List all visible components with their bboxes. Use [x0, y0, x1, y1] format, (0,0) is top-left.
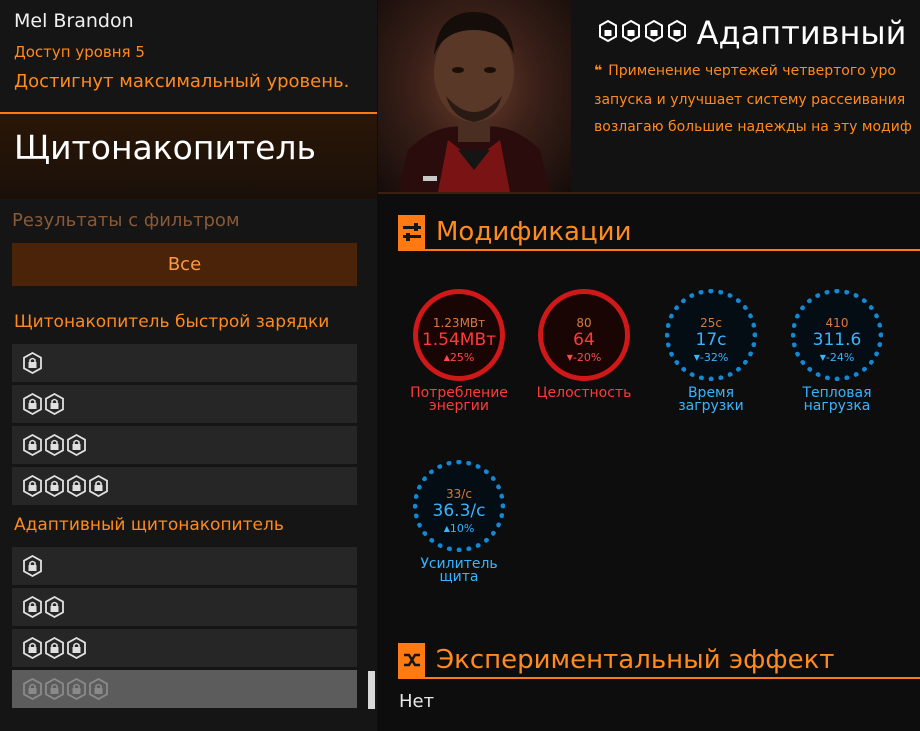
stat-gauge: 410 311.6 ▼-24% Тепловая нагрузка — [782, 289, 892, 413]
stat-delta: ▼-32% — [693, 351, 729, 364]
lock-hex-icon — [67, 637, 86, 659]
stat-delta: ▲25% — [443, 351, 475, 364]
experimental-header: Экспериментальный эффект — [398, 643, 920, 679]
experimental-value: Нет — [399, 691, 435, 712]
stat-value: 17с — [695, 330, 727, 350]
modifications-title: Модификации — [436, 217, 632, 247]
modifications-header: Модификации — [398, 215, 920, 251]
quote-line-1: ❝ Применение чертежей четвертого уро — [594, 63, 896, 79]
list-item[interactable] — [12, 588, 357, 626]
quote-icon: ❝ — [594, 63, 603, 79]
lock-hex-icon — [89, 475, 108, 497]
stat-base-value: 80 — [576, 316, 592, 330]
category-title: Щитонакопитель — [14, 128, 316, 167]
list-item[interactable] — [12, 629, 357, 667]
group-label-adaptive: Адаптивный щитонакопитель — [14, 515, 284, 535]
list-item[interactable] — [12, 426, 357, 464]
lock-hex-icon — [23, 555, 42, 577]
stat-value: 64 — [573, 330, 595, 350]
stat-gauge: 33/с 36.3/с ▲10% Усилитель щита — [404, 460, 514, 584]
tier-icons — [597, 18, 697, 46]
stat-label: Тепловая нагрузка — [802, 385, 872, 414]
list-item[interactable] — [12, 670, 357, 708]
stat-ring: 1.23МВт 1.54МВт ▲25% — [413, 289, 505, 381]
lock-hex-icon — [45, 637, 64, 659]
stat-gauge: 25с 17с ▼-32% Время загрузки — [656, 289, 766, 413]
stat-base-value: 25с — [700, 316, 722, 330]
lock-hex-icon — [23, 475, 42, 497]
experimental-title: Экспериментальный эффект — [436, 645, 835, 675]
stat-base-value: 410 — [825, 316, 849, 330]
quote-line-2: запуска и улучшает систему рассеивания — [594, 92, 906, 108]
scrollbar-thumb[interactable] — [368, 671, 375, 709]
stat-ring: 80 64 ▼-20% — [538, 289, 630, 381]
category-title-band: Щитонакопитель — [0, 112, 377, 199]
stat-label: Целостность — [536, 385, 632, 401]
lock-hex-icon — [23, 434, 42, 456]
lock-hex-icon — [23, 596, 42, 618]
stat-delta: ▼-20% — [566, 351, 602, 364]
lock-hex-icon — [67, 434, 86, 456]
filter-label: Результаты с фильтром — [12, 210, 240, 231]
lock-hex-icon — [45, 393, 64, 415]
lock-hex-icon — [45, 475, 64, 497]
group-label-fast-charge: Щитонакопитель быстрой зарядки — [14, 312, 330, 332]
mod-title-text: Адаптивный — [696, 14, 907, 52]
stat-base-value: 1.23МВт — [432, 316, 486, 330]
list-item[interactable] — [12, 344, 357, 382]
shuffle-icon — [398, 643, 425, 677]
lock-hex-icon — [45, 678, 64, 700]
filter-all-button[interactable]: Все — [12, 243, 357, 286]
mod-title: Адаптивный — [597, 14, 906, 52]
list-item[interactable] — [12, 547, 357, 585]
sliders-icon — [398, 215, 425, 249]
stat-ring: 25с 17с ▼-32% — [665, 289, 757, 381]
left-panel: Mel Brandon Доступ уровня 5 Достигнут ма… — [0, 0, 377, 731]
header-divider — [378, 192, 920, 194]
lock-hex-icon — [23, 637, 42, 659]
quote-line-3: возлагаю большие надежды на эту модиф — [594, 119, 912, 135]
lock-hex-icon — [23, 678, 42, 700]
lock-hex-icon — [67, 678, 86, 700]
lock-hex-icon — [45, 596, 64, 618]
max-level-status: Достигнут максимальный уровень. — [14, 71, 350, 92]
stat-gauge: 1.23МВт 1.54МВт ▲25% Потребление энергии — [404, 289, 514, 413]
stat-value: 311.6 — [812, 330, 862, 350]
stat-value: 36.3/с — [432, 501, 486, 521]
stat-label: Потребление энергии — [410, 385, 508, 414]
stat-label: Время загрузки — [678, 385, 744, 414]
lock-hex-icon — [89, 678, 108, 700]
stat-ring: 410 311.6 ▼-24% — [791, 289, 883, 381]
list-item[interactable] — [12, 467, 357, 505]
lock-hex-icon — [45, 434, 64, 456]
stat-ring: 33/с 36.3/с ▲10% — [413, 460, 505, 552]
stat-base-value: 33/с — [446, 487, 472, 501]
stat-delta: ▲10% — [443, 522, 475, 535]
lock-hex-icon — [23, 393, 42, 415]
access-level: Доступ уровня 5 — [14, 43, 145, 61]
engineer-portrait — [378, 0, 571, 192]
list-item[interactable] — [12, 385, 357, 423]
stat-delta: ▼-24% — [819, 351, 855, 364]
stat-label: Усилитель щита — [420, 556, 498, 585]
commander-name: Mel Brandon — [14, 10, 134, 32]
stat-value: 1.54МВт — [421, 330, 497, 350]
stat-gauge: 80 64 ▼-20% Целостность — [529, 289, 639, 400]
lock-hex-icon — [67, 475, 86, 497]
lock-hex-icon — [23, 352, 42, 374]
